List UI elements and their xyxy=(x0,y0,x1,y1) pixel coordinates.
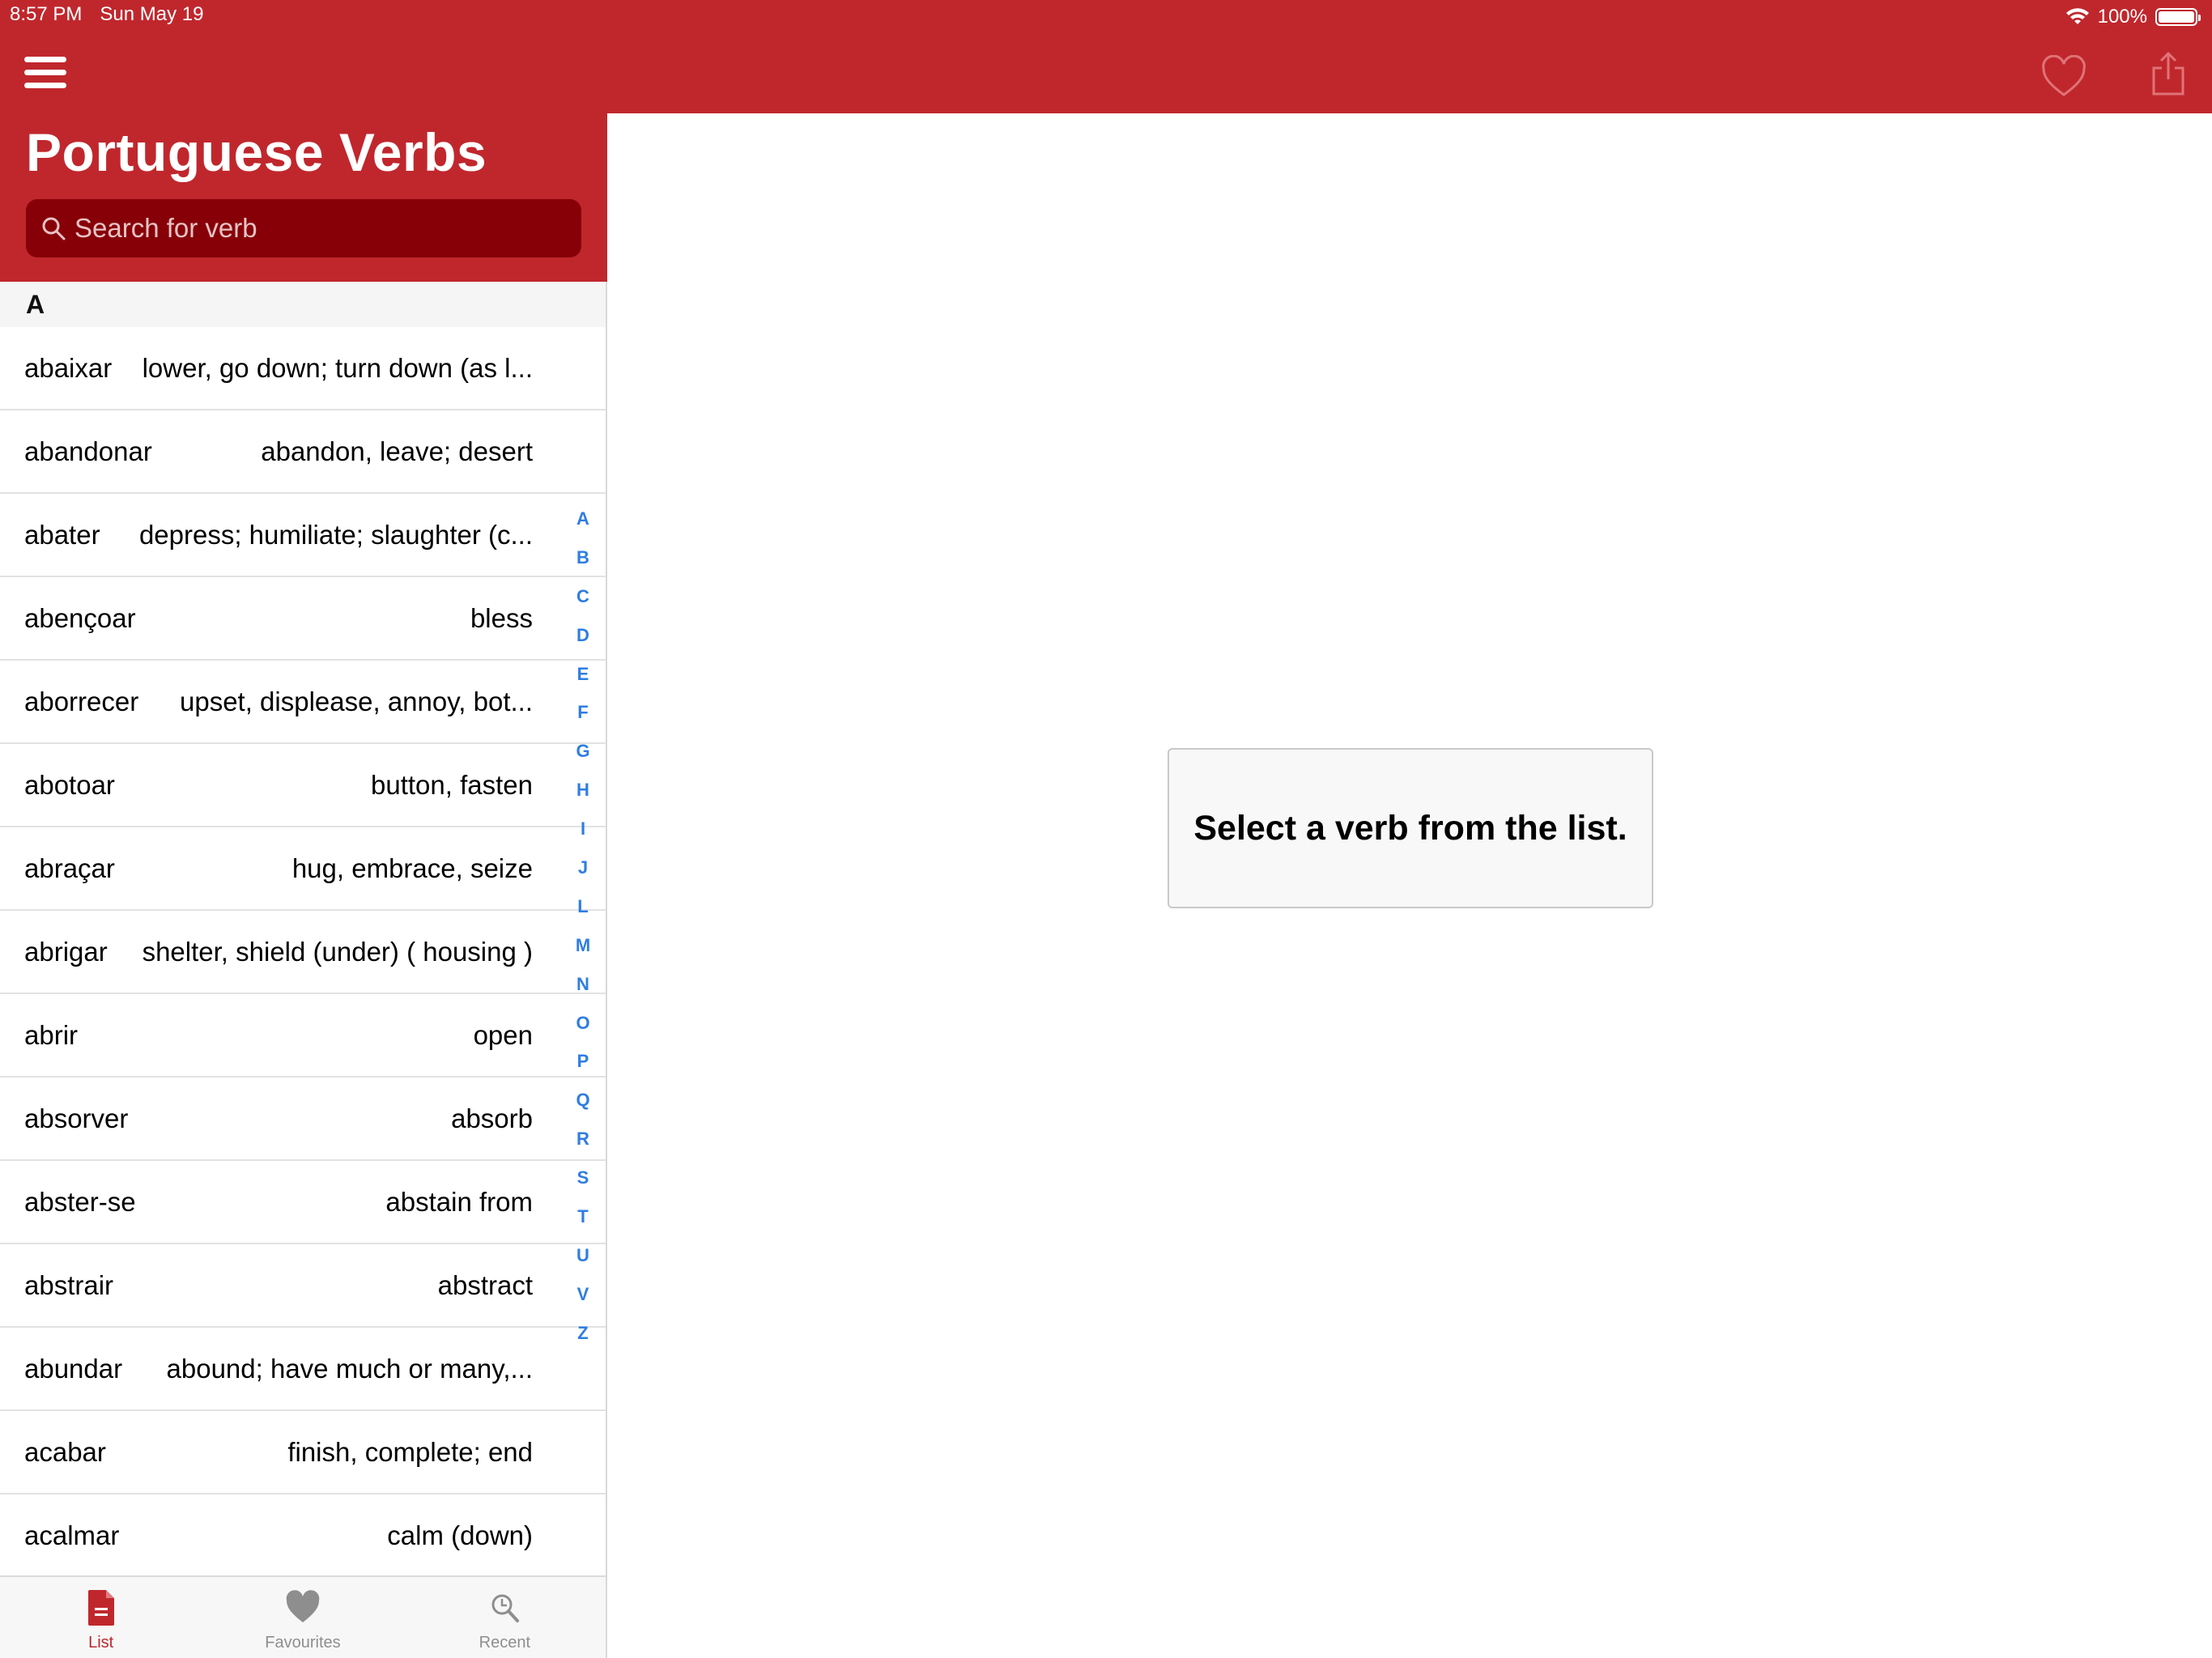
index-letter[interactable]: D xyxy=(567,625,599,664)
verb-row[interactable]: abandonar abandon, leave; desert xyxy=(0,410,606,494)
status-time: 8:57 PM xyxy=(10,3,83,25)
search-input[interactable] xyxy=(73,212,562,244)
verb-name: abster-se xyxy=(24,1186,136,1217)
index-letter[interactable]: Q xyxy=(567,1090,599,1129)
verb-row[interactable]: abraçar hug, embrace, seize xyxy=(0,827,606,911)
search-bar[interactable] xyxy=(26,199,581,257)
verb-meaning: abound; have much or many,... xyxy=(166,1353,533,1384)
battery-percent: 100% xyxy=(2097,6,2147,28)
verb-row[interactable]: aborrecer upset, displease, annoy, bot... xyxy=(0,661,606,744)
verb-name: abstrair xyxy=(24,1269,114,1300)
tab-bar: List Favourites Recent xyxy=(0,1575,606,1658)
index-letter[interactable]: P xyxy=(567,1051,599,1090)
section-header-a: A xyxy=(0,282,606,327)
index-letter[interactable]: B xyxy=(567,547,599,586)
verb-row[interactable]: abençoar bless xyxy=(0,577,606,661)
sidebar-header: Portuguese Verbs xyxy=(0,0,607,282)
document-icon xyxy=(87,1590,114,1626)
index-letter[interactable]: I xyxy=(567,818,599,857)
share-icon[interactable] xyxy=(2150,50,2186,97)
index-letter[interactable]: M xyxy=(567,935,599,974)
tab-list-label: List xyxy=(88,1634,114,1652)
verb-meaning: absorb xyxy=(451,1103,533,1133)
verb-meaning: finish, complete; end xyxy=(287,1436,533,1467)
index-letter[interactable]: J xyxy=(567,857,599,896)
battery-icon xyxy=(2155,8,2201,26)
verb-row[interactable]: abater depress; humiliate; slaughter (c..… xyxy=(0,494,606,577)
index-letter[interactable]: O xyxy=(567,1013,599,1052)
sidebar: Portuguese Verbs A abaixar lower, go down… xyxy=(0,0,607,1658)
hamburger-menu-icon[interactable] xyxy=(24,57,66,89)
index-letter[interactable]: H xyxy=(567,780,599,818)
verb-meaning: hug, embrace, seize xyxy=(291,852,533,883)
verb-meaning: abstract xyxy=(437,1269,533,1300)
verb-meaning: depress; humiliate; slaughter (c... xyxy=(138,519,533,550)
recent-search-icon xyxy=(491,1594,520,1622)
wifi-icon xyxy=(2065,8,2089,24)
empty-state-card: Select a verb from the list. xyxy=(1168,748,1653,908)
verb-name: abençoar xyxy=(24,602,136,633)
heart-icon xyxy=(286,1590,320,1622)
verb-name: abater xyxy=(24,519,100,550)
status-date: Sun May 19 xyxy=(100,3,204,25)
verb-name: abundar xyxy=(24,1353,123,1384)
verb-name: acabar xyxy=(24,1436,106,1467)
verb-row[interactable]: abundar abound; have much or many,... xyxy=(0,1328,606,1411)
verb-meaning: lower, go down; turn down (as l... xyxy=(142,352,533,383)
verb-meaning: shelter, shield (under) ( housing ) xyxy=(142,936,533,967)
verb-name: abandonar xyxy=(24,436,152,466)
verb-row[interactable]: acabar finish, complete; end xyxy=(0,1411,606,1494)
alphabet-index[interactable]: ABCDEFGHIJLMNOPQRSTUVZ xyxy=(567,508,599,1362)
page-title: Portuguese Verbs xyxy=(26,122,487,182)
verb-name: acalmar xyxy=(24,1520,120,1550)
index-letter[interactable]: E xyxy=(567,664,599,703)
verb-row[interactable]: abrir open xyxy=(0,994,606,1078)
tab-list[interactable]: List xyxy=(0,1577,202,1658)
index-letter[interactable]: C xyxy=(567,586,599,625)
verb-row[interactable]: abster-se abstain from xyxy=(0,1161,606,1244)
tab-favourites-label: Favourites xyxy=(265,1634,341,1652)
verb-meaning: abstain from xyxy=(385,1186,533,1217)
verb-row[interactable]: absorver absorb xyxy=(0,1078,606,1161)
verb-meaning: calm (down) xyxy=(387,1520,533,1550)
verb-meaning: bless xyxy=(470,602,533,633)
verb-meaning: button, fasten xyxy=(371,769,533,800)
index-letter[interactable]: V xyxy=(567,1284,599,1323)
verb-name: absorver xyxy=(24,1103,129,1133)
verb-meaning: upset, displease, annoy, bot... xyxy=(179,686,533,716)
index-letter[interactable]: F xyxy=(567,702,599,741)
verb-row[interactable]: acalmar calm (down) xyxy=(0,1494,606,1575)
index-letter[interactable]: R xyxy=(567,1129,599,1167)
empty-state-message: Select a verb from the list. xyxy=(1193,808,1627,848)
verb-row[interactable]: abaixar lower, go down; turn down (as l..… xyxy=(0,327,606,410)
index-letter[interactable]: N xyxy=(567,974,599,1013)
tab-favourites[interactable]: Favourites xyxy=(202,1577,403,1658)
detail-nav-bar xyxy=(607,0,2212,113)
index-letter[interactable]: Z xyxy=(567,1323,599,1362)
verb-name: aborrecer xyxy=(24,686,139,716)
verb-name: abrigar xyxy=(24,936,108,967)
verb-meaning: abandon, leave; desert xyxy=(261,436,533,466)
index-letter[interactable]: T xyxy=(567,1206,599,1245)
verb-list[interactable]: abaixar lower, go down; turn down (as l..… xyxy=(0,327,606,1575)
verb-name: abotoar xyxy=(24,769,115,800)
index-letter[interactable]: S xyxy=(567,1167,599,1206)
index-letter[interactable]: L xyxy=(567,896,599,935)
verb-row[interactable]: abstrair abstract xyxy=(0,1244,606,1328)
verb-name: abraçar xyxy=(24,852,115,883)
tab-recent[interactable]: Recent xyxy=(404,1577,606,1658)
search-icon xyxy=(42,217,66,240)
index-letter[interactable]: U xyxy=(567,1245,599,1284)
status-bar-left: 8:57 PM Sun May 19 xyxy=(10,3,203,31)
index-letter[interactable]: G xyxy=(567,741,599,780)
verb-name: abaixar xyxy=(24,352,113,383)
verb-row[interactable]: abrigar shelter, shield (under) ( housing… xyxy=(0,911,606,994)
heart-outline-icon[interactable] xyxy=(2040,55,2087,99)
tab-recent-label: Recent xyxy=(479,1634,530,1652)
index-letter[interactable]: A xyxy=(567,508,599,547)
verb-meaning: open xyxy=(473,1019,533,1050)
status-bar-right: 100% xyxy=(2065,3,2201,31)
verb-name: abrir xyxy=(24,1019,79,1050)
verb-row[interactable]: abotoar button, fasten xyxy=(0,744,606,827)
